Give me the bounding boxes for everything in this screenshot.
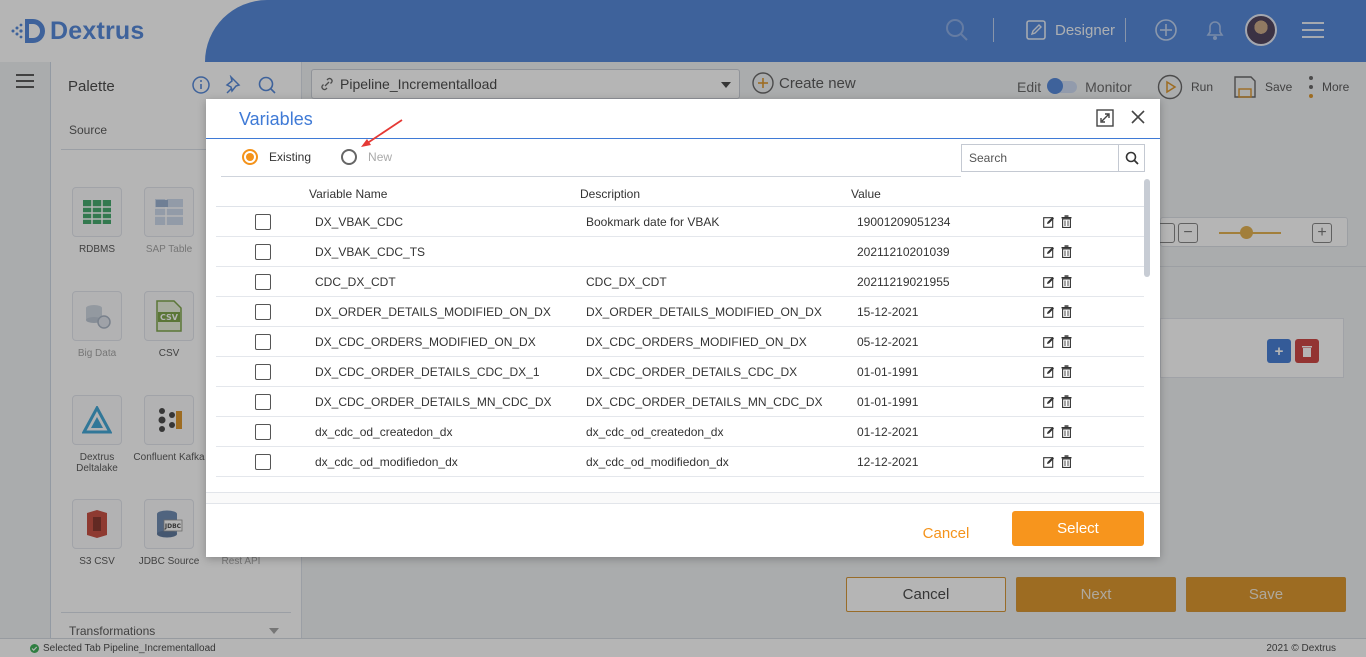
- variable-name-cell: DX_CDC_ORDERS_MODIFIED_ON_DX: [315, 335, 536, 349]
- variable-name-cell: DX_VBAK_CDC: [315, 215, 404, 229]
- description-cell: CDC_DX_CDT: [586, 275, 667, 289]
- close-button[interactable]: [1129, 108, 1147, 126]
- variable-name-cell: DX_VBAK_CDC_TS: [315, 245, 426, 259]
- value-cell: 15-12-2021: [857, 305, 919, 319]
- new-radio-label[interactable]: New: [368, 150, 392, 164]
- variables-table-header: Variable Name Description Value: [216, 179, 1144, 207]
- variable-name-cell: DX_CDC_ORDER_DETAILS_CDC_DX_1: [315, 365, 540, 379]
- variable-name-cell: dx_cdc_od_createdon_dx: [315, 425, 453, 439]
- row-checkbox[interactable]: [255, 424, 271, 440]
- table-row[interactable]: dx_cdc_od_createdon_dx dx_cdc_od_createdo…: [216, 417, 1144, 447]
- existing-radio[interactable]: [242, 149, 258, 165]
- table-row[interactable]: DX_CDC_ORDER_DETAILS_CDC_DX_1 DX_CDC_ORDE…: [216, 357, 1144, 387]
- row-checkbox[interactable]: [255, 244, 271, 260]
- description-cell: dx_cdc_od_modifiedon_dx: [586, 455, 729, 469]
- value-cell: 01-01-1991: [857, 365, 919, 379]
- dialog-cancel-button[interactable]: Cancel: [906, 516, 986, 551]
- value-cell: 05-12-2021: [857, 335, 919, 349]
- variable-name-cell: DX_CDC_ORDER_DETAILS_MN_CDC_DX: [315, 395, 552, 409]
- edit-icon[interactable]: [1043, 426, 1055, 438]
- variable-name-cell: dx_cdc_od_modifiedon_dx: [315, 455, 458, 469]
- description-cell: Bookmark date for VBAK: [586, 215, 720, 229]
- annotation-arrow-icon: [356, 116, 406, 150]
- table-row[interactable]: dx_cdc_od_modifiedon_dx dx_cdc_od_modifie…: [216, 447, 1144, 477]
- dialog-header: Variables: [206, 99, 1160, 139]
- description-cell: DX_CDC_ORDER_DETAILS_MN_CDC_DX: [586, 395, 823, 409]
- trash-icon[interactable]: [1061, 275, 1072, 288]
- maximize-button[interactable]: [1096, 109, 1114, 127]
- edit-icon[interactable]: [1043, 306, 1055, 318]
- column-header: Description: [580, 187, 641, 201]
- edit-icon[interactable]: [1043, 216, 1055, 228]
- column-header: Value: [851, 187, 881, 201]
- edit-icon[interactable]: [1043, 276, 1055, 288]
- table-row[interactable]: DX_VBAK_CDC Bookmark date for VBAK 1900120…: [216, 207, 1144, 237]
- horizontal-scrollbar[interactable]: [206, 492, 1160, 504]
- variable-search: [961, 144, 1145, 172]
- scrollbar-thumb[interactable]: [1144, 179, 1150, 277]
- dialog-select-button[interactable]: Select: [1012, 511, 1144, 546]
- description-cell: dx_cdc_od_createdon_dx: [586, 425, 724, 439]
- row-checkbox[interactable]: [255, 364, 271, 380]
- variable-name-cell: DX_ORDER_DETAILS_MODIFIED_ON_DX: [315, 305, 551, 319]
- row-checkbox[interactable]: [255, 394, 271, 410]
- trash-icon[interactable]: [1061, 455, 1072, 468]
- variables-dialog: Variables Existing New Variable Name Des…: [206, 99, 1160, 557]
- variables-table-body: DX_VBAK_CDC Bookmark date for VBAK 1900120…: [216, 207, 1144, 479]
- search-input[interactable]: [961, 144, 1118, 172]
- row-checkbox[interactable]: [255, 274, 271, 290]
- trash-icon[interactable]: [1061, 305, 1072, 318]
- table-row[interactable]: DX_VBAK_CDC_TS 20211210201039: [216, 237, 1144, 267]
- existing-radio-label[interactable]: Existing: [269, 150, 311, 164]
- edit-icon[interactable]: [1043, 396, 1055, 408]
- dialog-title: Variables: [239, 109, 313, 129]
- edit-icon[interactable]: [1043, 336, 1055, 348]
- edit-icon[interactable]: [1043, 246, 1055, 258]
- table-row[interactable]: DX_ORDER_DETAILS_MODIFIED_ON_DX DX_ORDER_…: [216, 297, 1144, 327]
- row-checkbox[interactable]: [255, 334, 271, 350]
- trash-icon[interactable]: [1061, 395, 1072, 408]
- table-row[interactable]: DX_CDC_ORDER_DETAILS_MN_CDC_DX DX_CDC_ORD…: [216, 387, 1144, 417]
- table-row[interactable]: DX_CDC_ORDERS_MODIFIED_ON_DX DX_CDC_ORDER…: [216, 327, 1144, 357]
- search-icon: [1125, 151, 1139, 165]
- search-button[interactable]: [1118, 144, 1145, 172]
- row-checkbox[interactable]: [255, 304, 271, 320]
- variable-source-radio-group: Existing New: [242, 149, 392, 165]
- value-cell: 20211219021955: [857, 275, 950, 289]
- variable-name-cell: CDC_DX_CDT: [315, 275, 396, 289]
- value-cell: 19001209051234: [857, 215, 951, 229]
- dialog-footer: Cancel Select: [206, 504, 1160, 557]
- trash-icon[interactable]: [1061, 215, 1072, 228]
- value-cell: 12-12-2021: [857, 455, 919, 469]
- trash-icon[interactable]: [1061, 335, 1072, 348]
- row-checkbox[interactable]: [255, 454, 271, 470]
- vertical-scrollbar[interactable]: [1144, 179, 1150, 479]
- table-row[interactable]: CDC_DX_CDT CDC_DX_CDT 20211219021955: [216, 267, 1144, 297]
- description-cell: DX_CDC_ORDERS_MODIFIED_ON_DX: [586, 335, 807, 349]
- new-radio[interactable]: [341, 149, 358, 165]
- edit-icon[interactable]: [1043, 366, 1055, 378]
- expand-icon: [1096, 109, 1114, 127]
- edit-icon[interactable]: [1043, 456, 1055, 468]
- trash-icon[interactable]: [1061, 425, 1072, 438]
- divider: [221, 176, 961, 177]
- value-cell: 20211210201039: [857, 245, 950, 259]
- value-cell: 01-12-2021: [857, 425, 919, 439]
- row-checkbox[interactable]: [255, 214, 271, 230]
- close-icon: [1131, 110, 1145, 124]
- description-cell: DX_CDC_ORDER_DETAILS_CDC_DX: [586, 365, 798, 379]
- value-cell: 01-01-1991: [857, 395, 919, 409]
- column-header: Variable Name: [309, 187, 388, 201]
- description-cell: DX_ORDER_DETAILS_MODIFIED_ON_DX: [586, 305, 822, 319]
- trash-icon[interactable]: [1061, 365, 1072, 378]
- trash-icon[interactable]: [1061, 245, 1072, 258]
